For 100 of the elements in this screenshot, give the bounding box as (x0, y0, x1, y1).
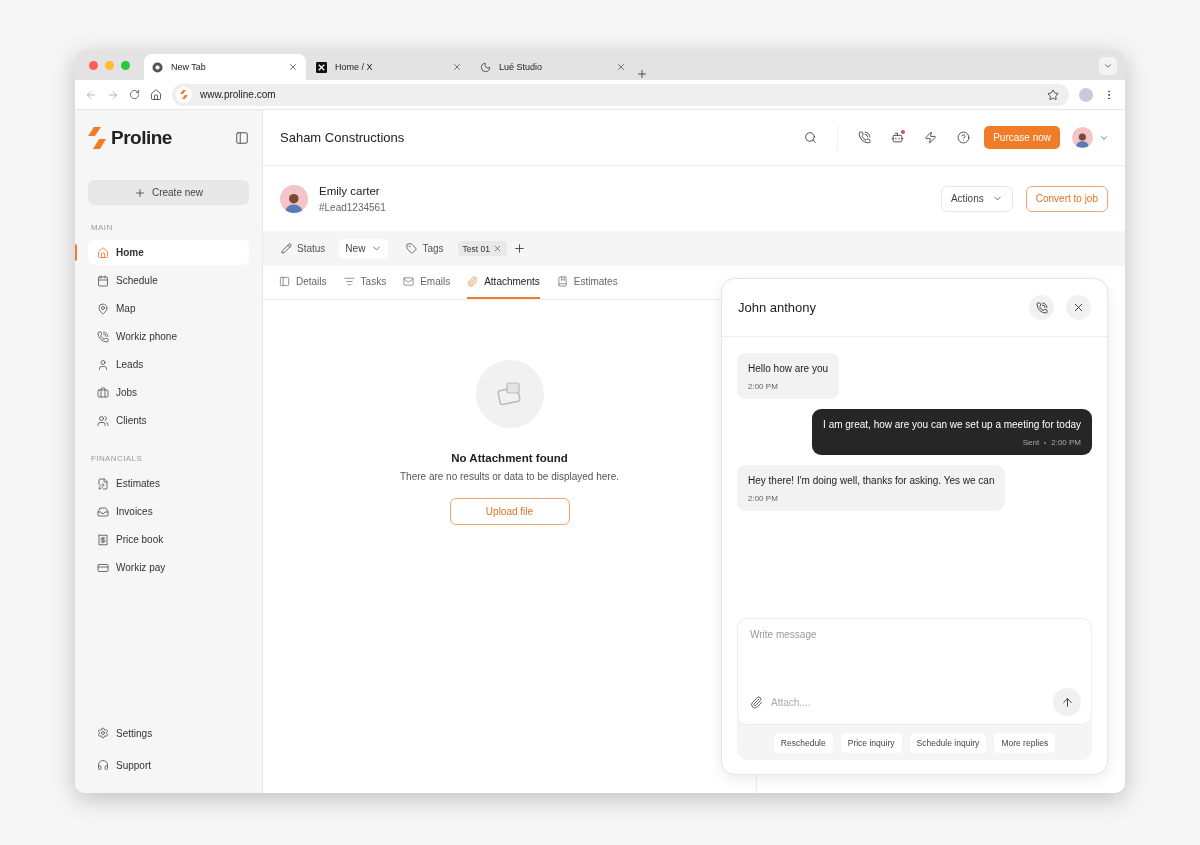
sidebar-toggle-icon (235, 131, 249, 145)
calendar-icon (97, 274, 109, 287)
site-logo-icon (176, 86, 192, 103)
book-icon (556, 276, 568, 287)
settings-icon (97, 727, 109, 739)
message-text: Hey there! I'm doing well, thanks for asking. Yes we can (748, 475, 995, 486)
tags-label: Tags (422, 243, 444, 254)
message-status: Sent (1022, 438, 1040, 447)
remove-tag-icon[interactable] (492, 244, 502, 253)
tab[interactable]: Attachments (467, 266, 540, 299)
phone-icon (97, 330, 109, 343)
credit-card-icon (97, 561, 109, 574)
help-icon (957, 131, 971, 144)
sidebar-item[interactable]: Invoices (88, 499, 249, 524)
sidebar-item[interactable]: Clients (88, 408, 249, 433)
status-select[interactable]: New (339, 238, 389, 259)
url-text: www.proline.com (200, 89, 277, 100)
sidebar-item[interactable]: Workiz pay (88, 555, 249, 580)
message-time: 2:00 PM (1051, 438, 1081, 447)
sidebar-item[interactable]: Schedule (88, 268, 249, 293)
users-icon (97, 414, 109, 427)
call-button[interactable] (1029, 295, 1054, 320)
tab[interactable]: Estimates (556, 266, 618, 299)
sidebar-item[interactable]: Estimates (88, 471, 249, 496)
browser-tab[interactable]: Lué Studio (472, 54, 634, 80)
tab[interactable]: Emails (403, 266, 451, 299)
close-button[interactable] (1066, 295, 1091, 320)
quick-reply-button[interactable]: Reschedule (773, 732, 833, 753)
chat-contact-name: John anthony (738, 300, 818, 315)
status-label: Status (297, 243, 326, 254)
headphones-icon (97, 759, 109, 771)
bot-icon[interactable] (891, 131, 905, 144)
forward-icon (107, 88, 119, 101)
message-text: Hello how are you (748, 363, 829, 374)
paperclip-icon (467, 276, 479, 287)
message-time: 2:00 PM (748, 382, 778, 391)
sidebar-item[interactable]: Price book (88, 527, 249, 552)
new-tab-icon (636, 68, 648, 80)
quick-reply-button[interactable]: Price inquiry (840, 732, 902, 753)
map-pin-icon (97, 302, 109, 315)
send-button[interactable] (1053, 688, 1081, 716)
arrow-up-icon (1060, 695, 1074, 709)
close-icon (288, 62, 298, 72)
reload-icon (129, 89, 140, 100)
message-time: 2:00 PM (748, 494, 778, 503)
close-icon (616, 62, 626, 72)
close-icon (452, 62, 462, 72)
actions-button[interactable]: Actions (940, 185, 1013, 212)
back-icon (85, 88, 97, 101)
moon-icon (480, 61, 491, 73)
sidebar-item[interactable]: Support (88, 752, 249, 778)
tab-menu-button[interactable] (1099, 57, 1117, 75)
close-icon (1072, 301, 1085, 314)
home-icon (150, 88, 162, 101)
create-new-button[interactable]: Create new (88, 180, 249, 205)
browser-tab[interactable]: Home / X (308, 54, 470, 80)
sidebar-item[interactable]: Workiz phone (88, 324, 249, 349)
search-icon (804, 131, 818, 144)
mail-icon (403, 276, 415, 287)
panel-icon (279, 276, 290, 287)
profile-icon[interactable] (1079, 87, 1093, 102)
brand-name: Proline (111, 127, 173, 149)
tag-chip[interactable]: Test 01 (457, 241, 507, 256)
plus-icon (133, 186, 146, 199)
pencil-icon (281, 243, 292, 254)
paperclip-icon (750, 695, 763, 709)
phone-icon (858, 131, 872, 144)
section-title: MAIN (91, 223, 114, 232)
message-field[interactable]: Write message Attach.... (737, 618, 1092, 725)
list-icon (343, 276, 355, 287)
sidebar-item[interactable]: Settings (88, 720, 249, 746)
browser-tab[interactable]: New Tab (144, 54, 306, 80)
message-text: I am great, how are you can we set up a meeting for today (823, 419, 1081, 430)
window-close-control[interactable] (89, 60, 98, 70)
quick-reply-button[interactable]: More replies (994, 732, 1056, 753)
receipt-icon (97, 533, 109, 546)
file-edit-icon (97, 477, 109, 490)
lead-id: #Lead1234561 (319, 201, 387, 213)
home-icon (97, 246, 109, 259)
briefcase-icon (97, 386, 109, 399)
proline-logo-icon (88, 127, 106, 149)
chrome-icon (152, 61, 163, 73)
tab[interactable]: Details (279, 266, 327, 299)
chevron-down-icon (1103, 61, 1113, 71)
window-minimize-control[interactable] (105, 60, 114, 70)
lead-name: Emily carter (319, 184, 381, 197)
window-zoom-control[interactable] (121, 60, 130, 70)
sidebar-item[interactable]: Map (88, 296, 249, 321)
section-title: FINANCIALS (91, 454, 144, 463)
sidebar-item[interactable]: Jobs (88, 380, 249, 405)
avatar-figure (1072, 127, 1093, 148)
lightning-icon (924, 131, 938, 144)
quick-reply-button[interactable]: Schedule inquiry (909, 732, 987, 753)
sidebar-item[interactable]: Leads (88, 352, 249, 377)
tab[interactable]: Tasks (343, 266, 387, 299)
address-bar[interactable]: www.proline.com (172, 83, 1069, 106)
empty-title: No Attachment found (451, 452, 568, 464)
avatar-figure (280, 184, 308, 213)
page-title: Saham Constructions (280, 130, 406, 145)
inbox-icon (97, 505, 109, 518)
